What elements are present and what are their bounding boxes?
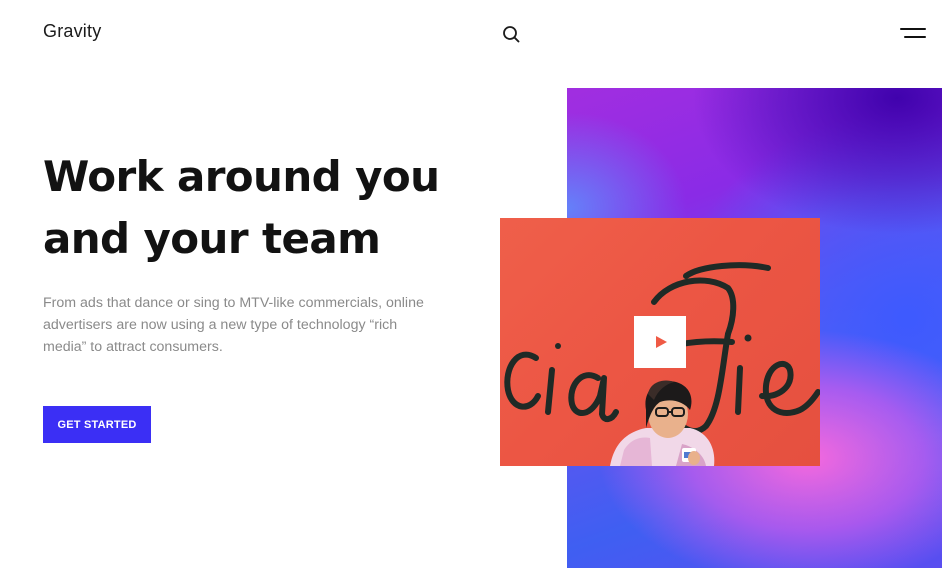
hero-subtitle: From ads that dance or sing to MTV-like …: [43, 295, 424, 355]
get-started-button[interactable]: GET STARTED: [43, 406, 151, 443]
hero-headline-line-2: and your team: [43, 214, 381, 263]
menu-line-top: [900, 28, 926, 30]
brand-logo[interactable]: Gravity: [43, 21, 101, 42]
play-button[interactable]: [634, 316, 686, 368]
menu-line-bottom: [904, 36, 926, 38]
search-icon[interactable]: [500, 23, 522, 45]
hero-headline: Work around you and your team: [43, 146, 503, 270]
hero-headline-line-1: Work around you: [43, 152, 440, 201]
menu-icon[interactable]: [896, 26, 926, 42]
